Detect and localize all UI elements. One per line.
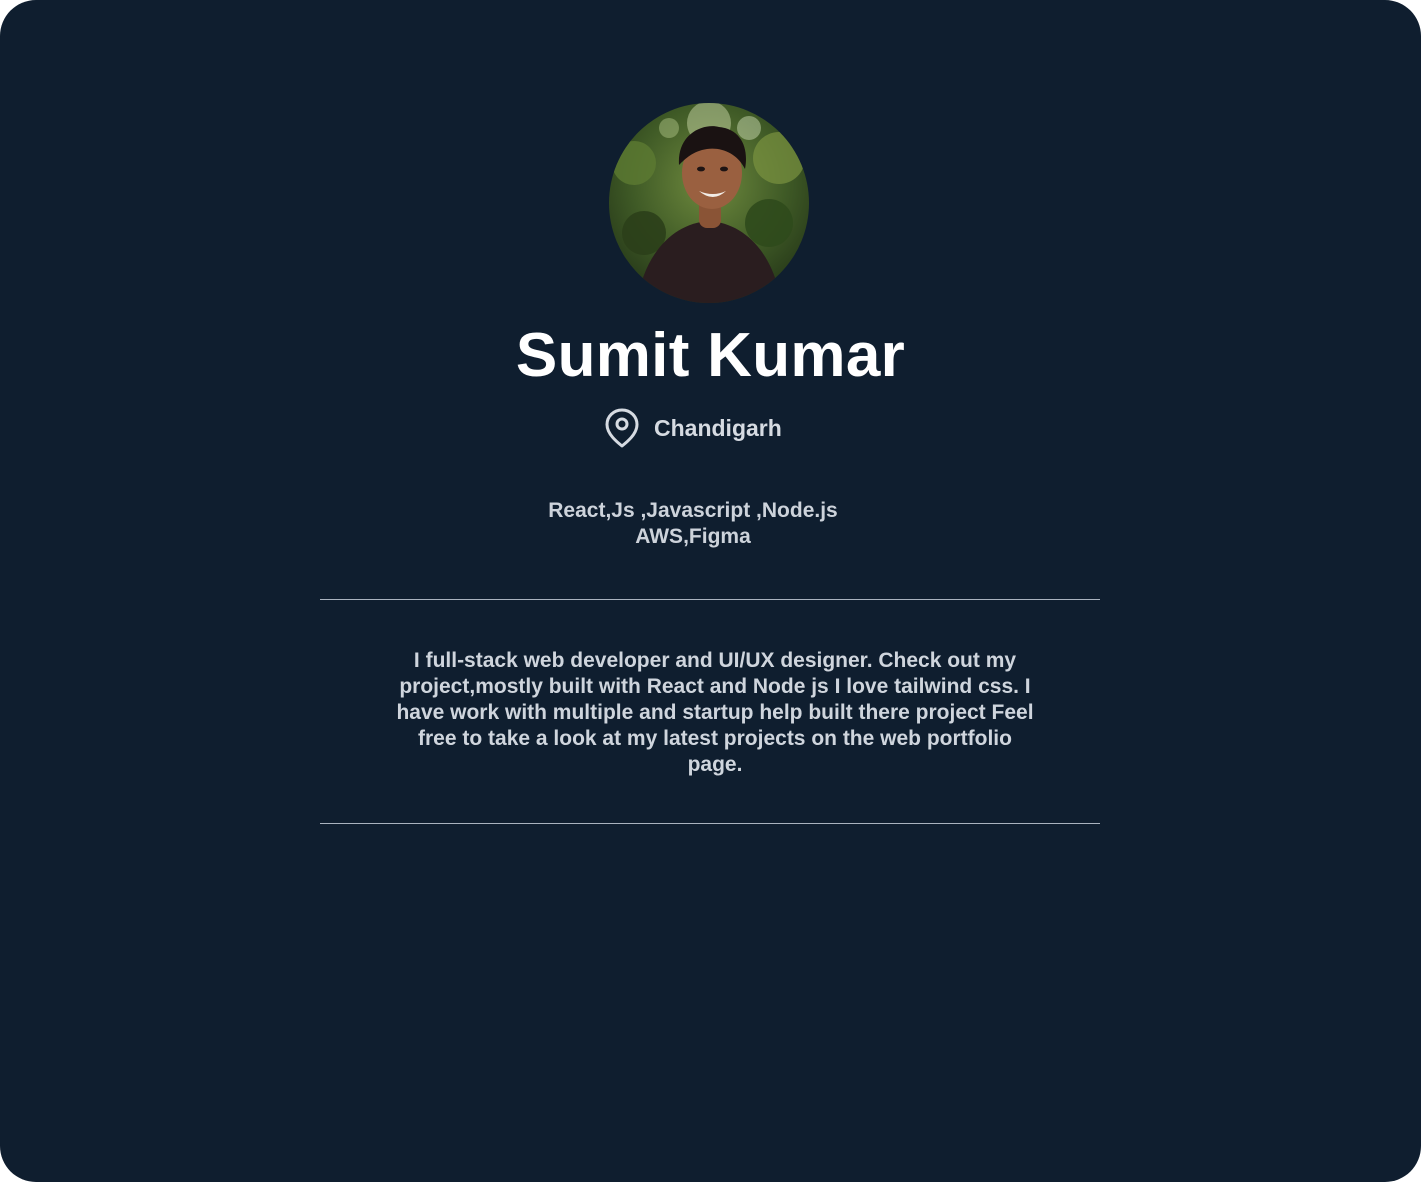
avatar	[609, 103, 809, 303]
profile-card: Sumit Kumar Chandigarh React,Js ,Javascr…	[0, 0, 1421, 1182]
location-label: Chandigarh	[654, 415, 782, 441]
map-pin-icon	[605, 408, 639, 448]
divider-bottom	[320, 823, 1100, 824]
divider-top	[320, 599, 1100, 600]
skills: React,Js ,Javascript ,Node.js AWS,Figma	[492, 498, 894, 550]
avatar-photo	[609, 103, 809, 303]
skills-line-2: AWS,Figma	[635, 525, 751, 548]
bio-text: I full-stack web developer and UI/UX des…	[396, 649, 1034, 776]
skills-line-1: React,Js ,Javascript ,Node.js	[548, 499, 838, 522]
profile-name: Sumit Kumar	[515, 321, 906, 390]
location: Chandigarh	[604, 406, 782, 450]
